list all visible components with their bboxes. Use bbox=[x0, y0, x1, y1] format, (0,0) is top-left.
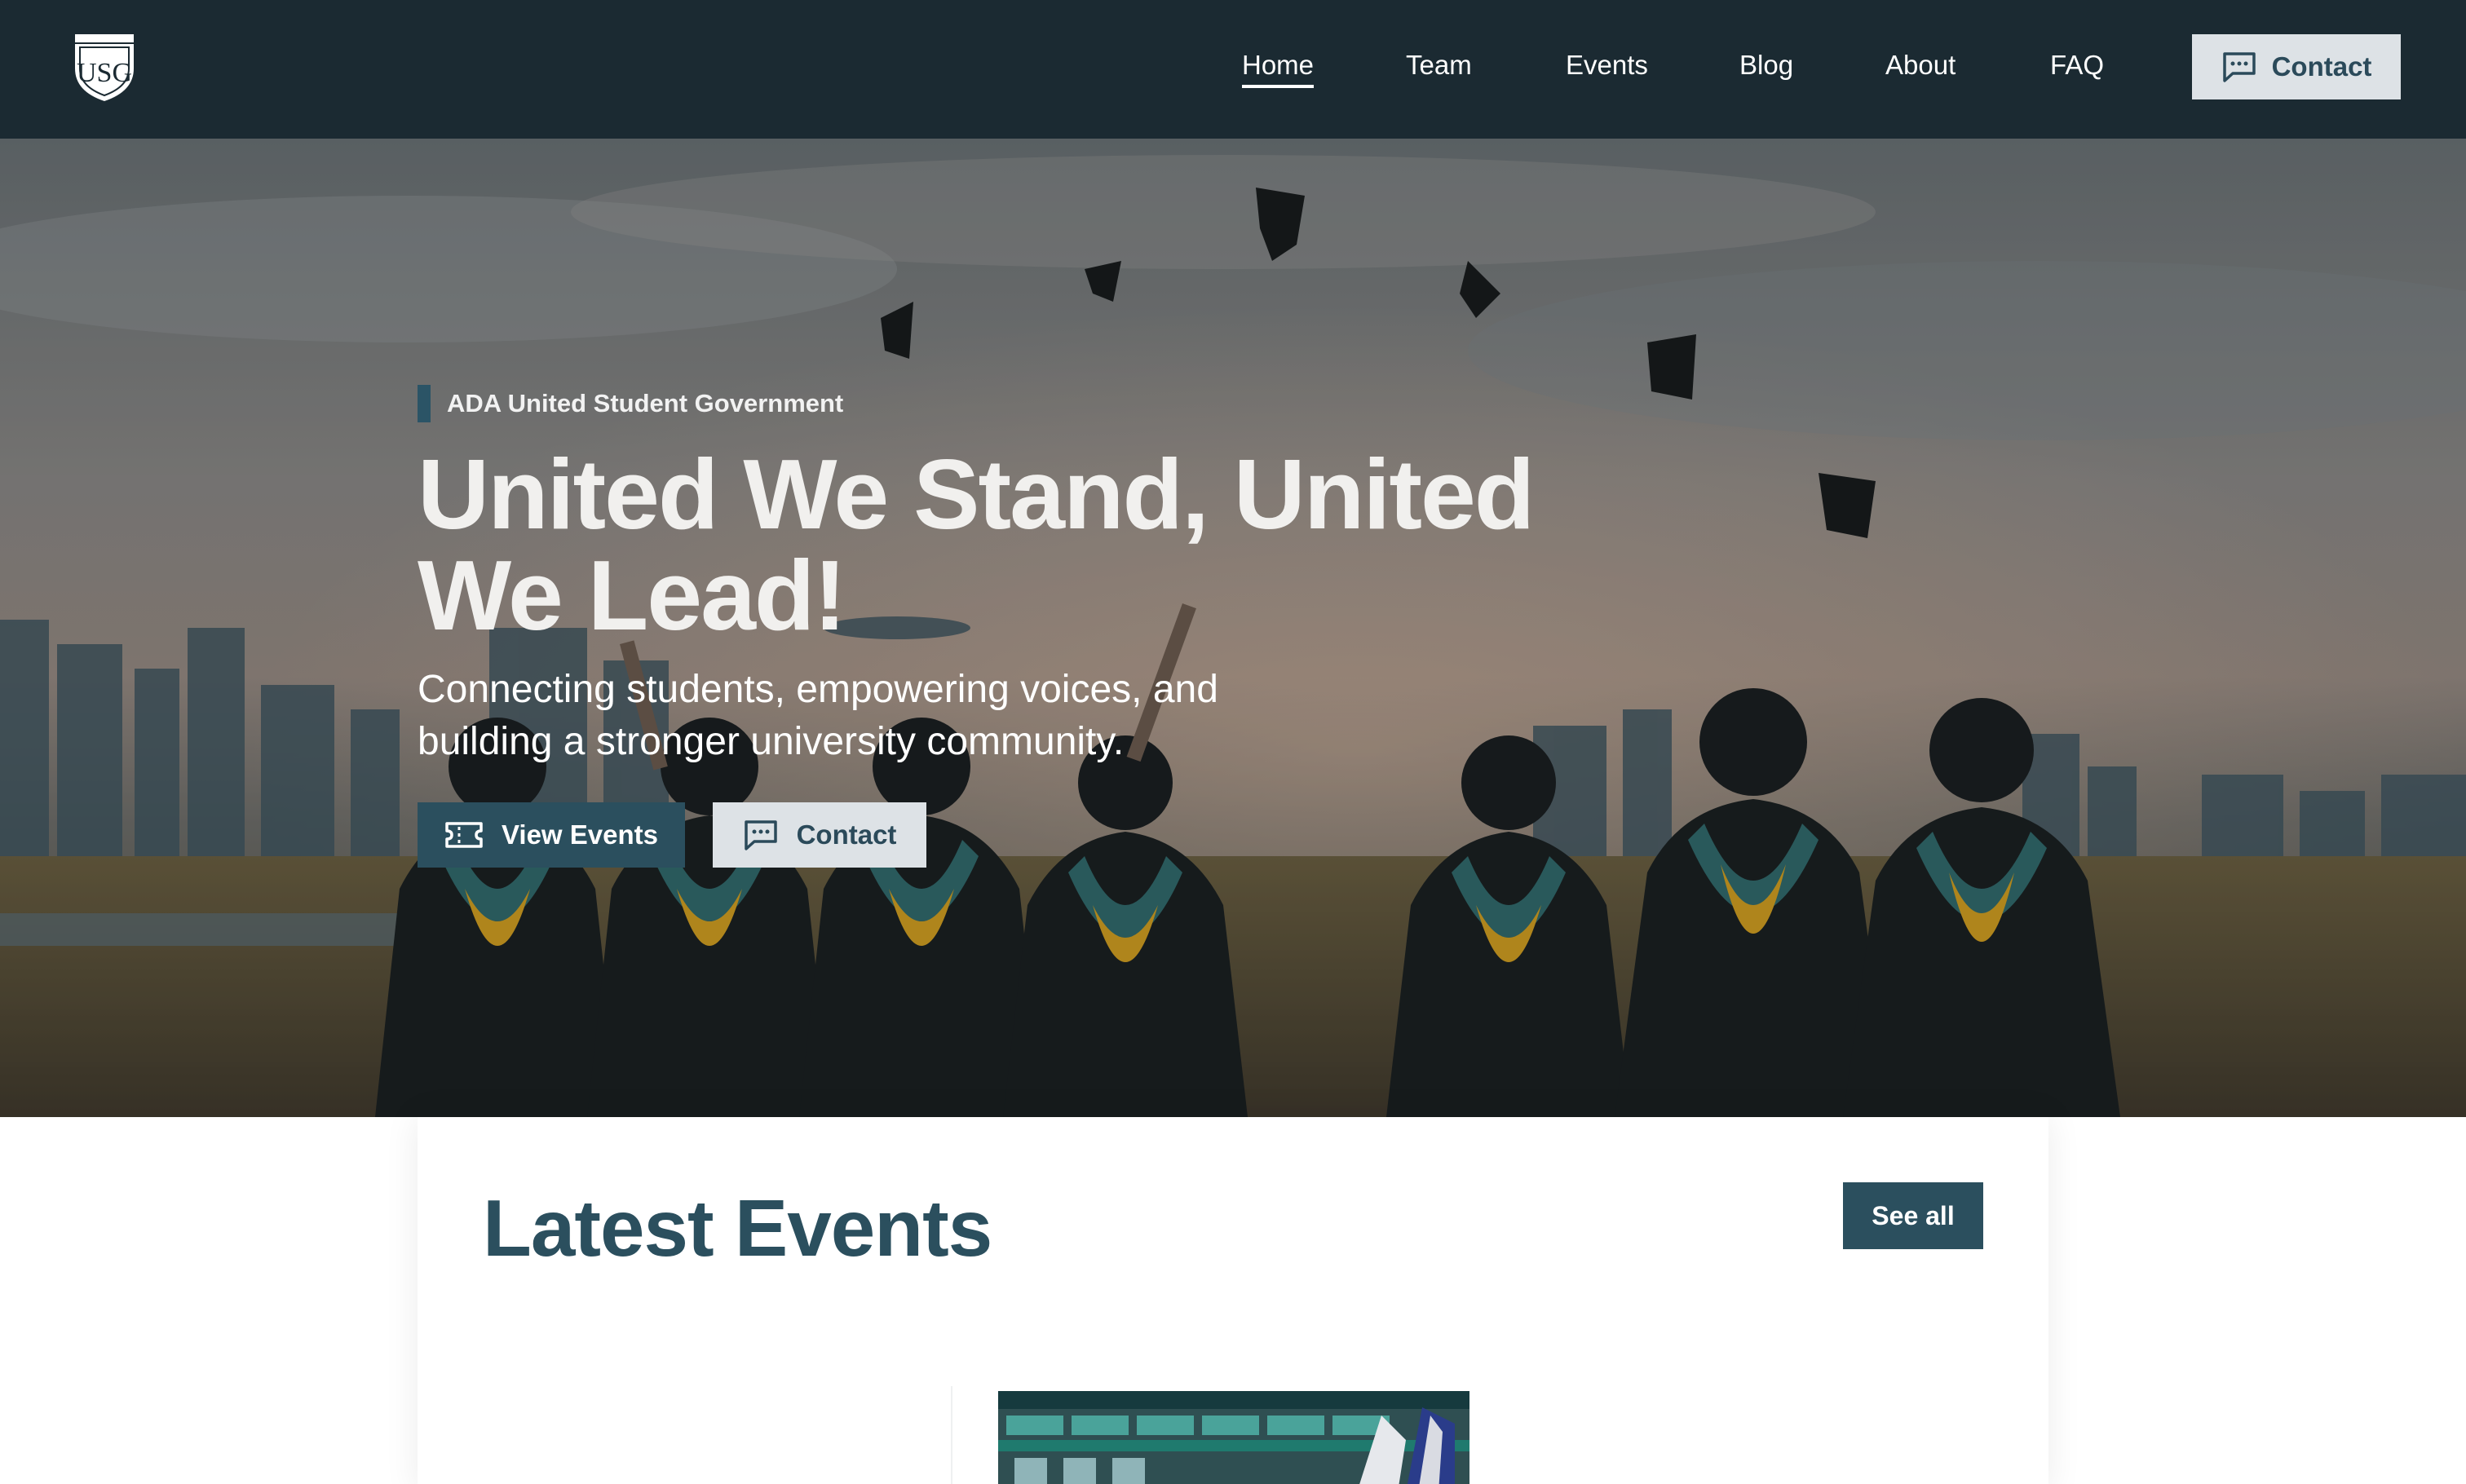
nav-events[interactable]: Events bbox=[1566, 46, 1648, 85]
view-events-label: View Events bbox=[502, 819, 658, 850]
nav-blog[interactable]: Blog bbox=[1739, 46, 1793, 85]
hero-title-line2: We Lead! bbox=[418, 540, 846, 651]
hero-content: ADA United Student Government United We … bbox=[418, 385, 1624, 868]
hero-subtitle-line2: building a stronger university community… bbox=[418, 720, 1125, 763]
hero-contact-button[interactable]: Contact bbox=[713, 802, 926, 868]
hero-title-line1: United We Stand, United bbox=[418, 439, 1535, 550]
nav-contact-button[interactable]: Contact bbox=[2192, 34, 2401, 99]
nav-team[interactable]: Team bbox=[1406, 46, 1472, 85]
message-square-icon bbox=[744, 820, 777, 850]
event-card-image[interactable] bbox=[998, 1391, 1469, 1484]
nav-faq[interactable]: FAQ bbox=[2050, 46, 2104, 85]
view-events-button[interactable]: View Events bbox=[418, 802, 685, 868]
hero-title: United We Stand, United We Lead! bbox=[418, 444, 1624, 646]
usg-logo[interactable]: USG bbox=[72, 33, 137, 103]
event-building-image bbox=[998, 1391, 1469, 1484]
message-square-icon bbox=[2222, 52, 2256, 82]
hero-contact-label: Contact bbox=[796, 819, 897, 850]
hero-subtitle-line1: Connecting students, empowering voices, … bbox=[418, 668, 1218, 711]
latest-events-title: Latest Events bbox=[483, 1183, 992, 1273]
see-all-button[interactable]: See all bbox=[1843, 1182, 1983, 1249]
hero-section: ADA United Student Government United We … bbox=[0, 139, 2466, 1117]
event-card-divider bbox=[951, 1386, 952, 1484]
svg-text:USG: USG bbox=[77, 58, 132, 88]
hero-buttons: View Events Contact bbox=[418, 802, 1624, 868]
navbar: USG Home Team Events Blog About FAQ Cont… bbox=[0, 0, 2466, 139]
ticket-icon bbox=[445, 822, 483, 848]
latest-events-section: Latest Events See all bbox=[418, 1117, 2048, 1484]
hero-eyebrow: ADA United Student Government bbox=[418, 385, 1624, 422]
hero-eyebrow-label: ADA United Student Government bbox=[447, 389, 844, 417]
nav-about[interactable]: About bbox=[1885, 46, 1956, 85]
hero-subtitle: Connecting students, empowering voices, … bbox=[418, 664, 1363, 768]
nav-home[interactable]: Home bbox=[1242, 46, 1315, 88]
eyebrow-accent-bar bbox=[418, 385, 431, 422]
nav-contact-label: Contact bbox=[2271, 51, 2372, 82]
